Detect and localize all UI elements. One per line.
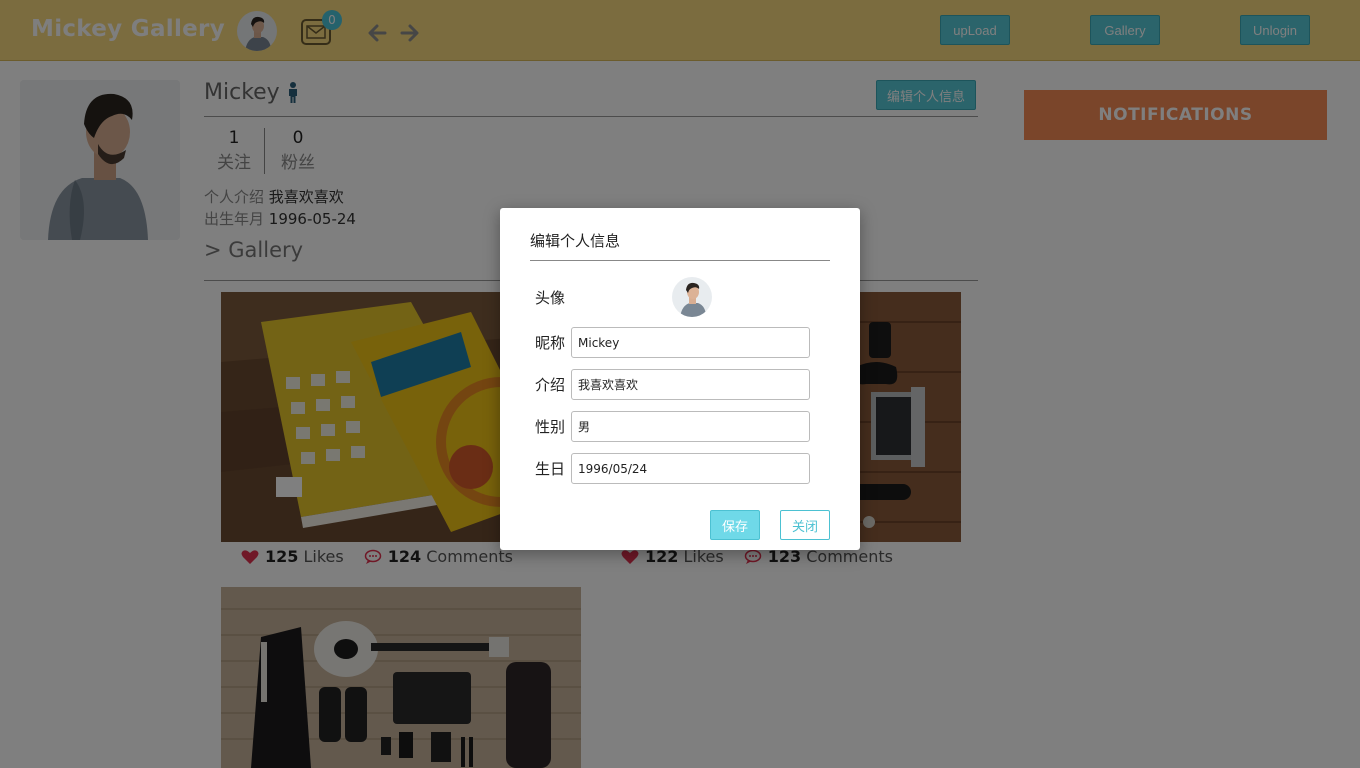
avatar-label: 头像: [535, 289, 566, 307]
modal-divider: [530, 260, 830, 261]
gender-label: 性别: [535, 418, 566, 436]
nickname-input[interactable]: [571, 327, 810, 358]
edit-profile-modal: 编辑个人信息 头像 昵称 介绍 性别 生日 保存 关闭: [500, 208, 860, 550]
intro-field-label: 介绍: [535, 376, 566, 394]
close-button[interactable]: 关闭: [780, 510, 830, 540]
birthday-label: 生日: [535, 460, 566, 478]
save-button[interactable]: 保存: [710, 510, 760, 540]
avatar-image: [672, 277, 712, 317]
avatar-upload[interactable]: [672, 277, 712, 317]
gender-input[interactable]: [571, 411, 810, 442]
nickname-label: 昵称: [535, 334, 566, 352]
birthday-input[interactable]: [571, 453, 810, 484]
modal-title: 编辑个人信息: [530, 232, 621, 250]
intro-input[interactable]: [571, 369, 810, 400]
